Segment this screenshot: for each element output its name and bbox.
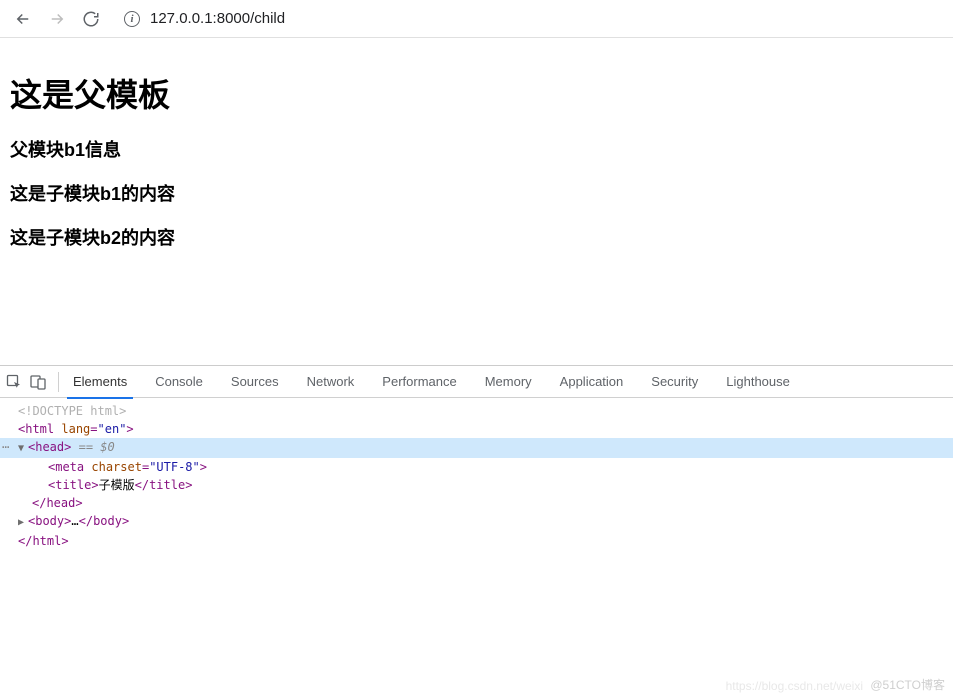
devtools-icon-group (6, 372, 59, 392)
code-html-open[interactable]: <html lang="en"> (0, 420, 953, 438)
tab-elements[interactable]: Elements (59, 366, 141, 398)
page-heading-2c: 这是子模块b2的内容 (10, 224, 943, 250)
tab-lighthouse[interactable]: Lighthouse (712, 366, 804, 398)
watermark: @51CTO博客 (870, 676, 945, 693)
forward-button[interactable] (48, 10, 66, 28)
reload-button[interactable] (82, 10, 100, 28)
devtools-elements-tree[interactable]: <!DOCTYPE html> <html lang="en"> ⋯ ▼<hea… (0, 398, 953, 554)
page-heading-1: 这是父模板 (10, 70, 943, 116)
code-doctype[interactable]: <!DOCTYPE html> (0, 402, 953, 420)
back-button[interactable] (14, 10, 32, 28)
code-html-close[interactable]: </html> (0, 532, 953, 550)
watermark-faint: https://blog.csdn.net/weixi (726, 679, 863, 693)
tab-memory[interactable]: Memory (471, 366, 546, 398)
tab-console[interactable]: Console (141, 366, 217, 398)
page-heading-2b: 这是子模块b1的内容 (10, 180, 943, 206)
info-icon[interactable]: i (124, 11, 140, 27)
collapse-arrow-icon[interactable]: ▼ (18, 440, 28, 458)
expand-arrow-icon[interactable]: ▶ (18, 514, 28, 532)
code-title[interactable]: <title>子模版</title> (0, 476, 953, 494)
tab-network[interactable]: Network (293, 366, 369, 398)
page-heading-2a: 父模块b1信息 (10, 136, 943, 162)
code-body[interactable]: ▶<body>…</body> (0, 512, 953, 532)
inspect-element-icon[interactable] (6, 374, 22, 390)
tab-security[interactable]: Security (637, 366, 712, 398)
tab-performance[interactable]: Performance (368, 366, 470, 398)
devtools-panel: Elements Console Sources Network Perform… (0, 365, 953, 699)
tab-sources[interactable]: Sources (217, 366, 293, 398)
tab-application[interactable]: Application (546, 366, 638, 398)
browser-toolbar: i 127.0.0.1:8000/child (0, 0, 953, 38)
code-meta[interactable]: <meta charset="UTF-8"> (0, 458, 953, 476)
ellipsis-icon[interactable]: ⋯ (2, 438, 9, 456)
device-toggle-icon[interactable] (30, 374, 46, 390)
url-text: 127.0.0.1:8000/child (150, 10, 285, 27)
code-head-close[interactable]: </head> (0, 494, 953, 512)
nav-buttons (8, 10, 100, 28)
devtools-tabbar: Elements Console Sources Network Perform… (0, 366, 953, 398)
code-head-open[interactable]: ▼<head> == $0 (0, 438, 953, 458)
address-bar[interactable]: i 127.0.0.1:8000/child (112, 10, 945, 27)
page-content: 这是父模板 父模块b1信息 这是子模块b1的内容 这是子模块b2的内容 (0, 38, 953, 282)
